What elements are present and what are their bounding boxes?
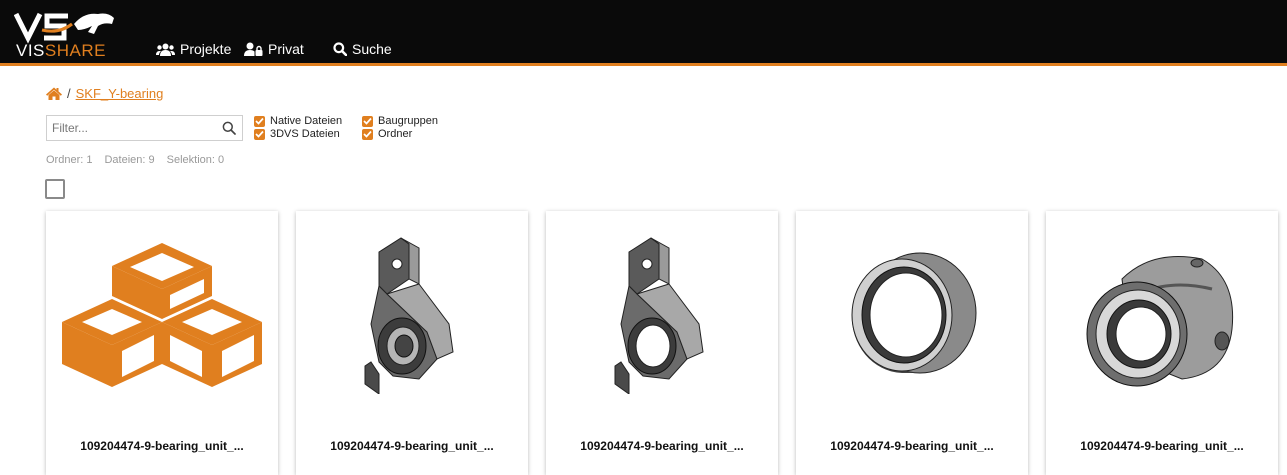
file-stats: Ordner: 1 Dateien: 9 Selektion: 0 <box>46 154 224 166</box>
selection-count: Selektion: 0 <box>166 154 225 166</box>
filter-search-icon[interactable] <box>222 121 236 135</box>
bearing-insert-thumbnail <box>1086 255 1234 386</box>
card-label[interactable]: 109204474-9-bearing_unit_... <box>1046 439 1278 453</box>
folder-count: Ordner: 1 <box>46 154 93 166</box>
checkbox-label: Native Dateien <box>270 115 343 127</box>
filter-field[interactable] <box>46 115 243 141</box>
card-label[interactable]: 109204474-9-bearing_unit_... <box>46 439 278 453</box>
card-label[interactable]: 109204474-9-bearing_unit_... <box>296 439 528 453</box>
card-thumbnail[interactable] <box>546 211 778 416</box>
nav-privat[interactable]: Privat <box>244 41 304 57</box>
file-card[interactable]: 109204474-9-bearing_unit_... <box>546 211 778 475</box>
checkbox-checked-icon[interactable] <box>362 128 373 140</box>
bearing-ring-thumbnail <box>851 252 977 373</box>
select-all-checkbox[interactable] <box>45 179 65 199</box>
card-label[interactable]: 109204474-9-bearing_unit_... <box>546 439 778 453</box>
checkbox-baugruppen[interactable]: Baugruppen <box>362 115 438 127</box>
checkbox-label: Baugruppen <box>378 115 438 127</box>
breadcrumb-separator: / <box>67 86 71 101</box>
card-thumbnail[interactable] <box>1046 211 1278 416</box>
card-thumbnail[interactable] <box>46 211 278 416</box>
user-lock-icon <box>244 42 263 56</box>
checkbox-ordner[interactable]: Ordner <box>362 128 438 140</box>
checkbox-group-1: Native Dateien 3DVS Dateien <box>254 115 342 140</box>
nav-suche[interactable]: Suche <box>333 41 392 57</box>
card-thumbnail[interactable] <box>796 211 1028 416</box>
card-thumbnail[interactable] <box>296 211 528 416</box>
nav-privat-label: Privat <box>268 41 304 57</box>
checkbox-checked-icon[interactable] <box>254 128 265 140</box>
checkbox-checked-icon[interactable] <box>254 115 265 127</box>
search-icon <box>333 42 347 56</box>
file-card[interactable]: 109204474-9-bearing_unit_... <box>796 211 1028 475</box>
bearing-housing-thumbnail <box>614 236 704 394</box>
checkbox-3dvs-dateien[interactable]: 3DVS Dateien <box>254 128 342 140</box>
checkbox-group-2: Baugruppen Ordner <box>362 115 438 140</box>
checkbox-label: 3DVS Dateien <box>270 128 340 140</box>
bearing-housing-thumbnail <box>364 236 454 394</box>
nav-projekte[interactable]: Projekte <box>156 41 231 57</box>
home-icon[interactable] <box>46 87 62 100</box>
nav-projekte-label: Projekte <box>180 41 232 57</box>
assembly-icon <box>62 242 262 387</box>
breadcrumb: / SKF_Y-bearing <box>46 86 163 101</box>
checkbox-native-dateien[interactable]: Native Dateien <box>254 115 342 127</box>
breadcrumb-folder-link[interactable]: SKF_Y-bearing <box>76 86 164 101</box>
nav-suche-label: Suche <box>352 41 392 57</box>
logo-wordmark: VISSHARE <box>16 41 106 60</box>
file-card[interactable]: 109204474-9-bearing_unit_... <box>46 211 278 475</box>
filter-input[interactable] <box>47 121 217 135</box>
file-count: Dateien: 9 <box>104 154 155 166</box>
card-label[interactable]: 109204474-9-bearing_unit_... <box>796 439 1028 453</box>
file-card[interactable]: 109204474-9-bearing_unit_... <box>296 211 528 475</box>
file-card[interactable]: 109204474-9-bearing_unit_... <box>1046 211 1278 475</box>
top-navbar: VISSHARE Projekte Privat Suche <box>0 0 1287 66</box>
checkbox-label: Ordner <box>378 128 413 140</box>
checkbox-checked-icon[interactable] <box>362 115 373 127</box>
users-icon <box>156 43 175 56</box>
